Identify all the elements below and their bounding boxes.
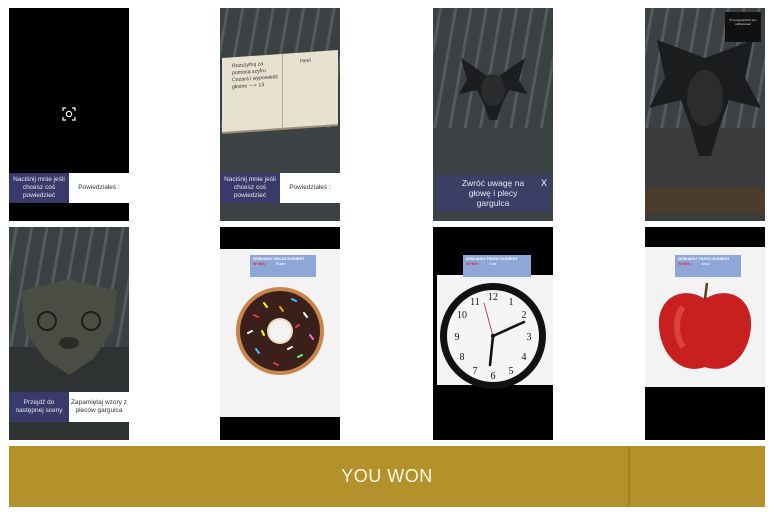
unlock-note: Przyciągnij/zbliż aby odblokować [725,12,761,42]
info-row: WYNIK: Bulan [253,262,313,267]
screenshot-clock: ZESKANUJ TRZECI ELEMENT WYNIK: czas 12 1 2 … [433,227,553,440]
info-value: owoc [701,262,710,266]
said-field: Powiedziałeś : [280,173,340,203]
screenshot-scan: Naciśnij mnie jeśli chcesz coś powiedzie… [9,8,129,221]
open-book: Rozszyfruj za pomocą szyfru Cezara i wyp… [222,49,338,133]
screenshot-gargoyle-back: Przejdź do następnej sceny Zapamiętaj wz… [9,227,129,440]
scan-target-icon [62,107,76,121]
svg-text:2: 2 [522,310,527,321]
hint-text: Zwróć uwagę na głowę i plecy gargulca [461,178,525,208]
svg-text:7: 7 [473,366,478,377]
next-scene-button[interactable]: Przejdź do następnej sceny [9,392,69,422]
gargoyle-figure [459,58,527,120]
hint-toast: Zwróć uwagę na głowę i plecy gargulca X [435,175,551,211]
svg-text:6: 6 [491,371,496,382]
svg-text:5: 5 [509,366,514,377]
gargoyle-figure [649,40,761,156]
info-key: WYNIK: [466,262,480,266]
svg-text:12: 12 [488,292,498,303]
svg-text:1: 1 [509,297,514,308]
info-value: czas [489,262,497,266]
speak-button[interactable]: Naciśnij mnie jeśli chcesz coś powiedzie… [220,173,280,203]
screenshot-apple: ZESKANUJ TRZECI ELEMENT WYNIK: owoc [645,227,765,440]
info-value: Bulan [276,262,286,266]
info-key: WYNIK: [253,262,267,266]
clock-image: 12 12 345 678 91011 [440,283,546,389]
close-icon[interactable]: X [541,178,547,188]
info-box: ZESKANUJ OBCAS ELEMENT WYNIK: Bulan [250,255,316,277]
svg-text:8: 8 [460,352,465,363]
donut-image [236,287,324,375]
svg-text:3: 3 [527,332,532,343]
info-row: WYNIK: owoc [678,262,738,267]
speak-button[interactable]: Naciśnij mnie jeśli chcesz coś powiedzie… [9,173,69,203]
svg-text:9: 9 [455,332,460,343]
book-right-text: Heel [300,57,311,65]
remember-patterns-button[interactable]: Zapamiętaj wzory z pleców gargulca [69,392,129,422]
info-row: WYNIK: czas [466,262,528,267]
book-spine [282,53,283,128]
screenshot-gargoyle: Przyciągnij/zbliż aby odblokować [645,8,765,221]
info-key: WYNIK: [678,262,692,266]
said-field: Powiedziałeś : [69,173,129,203]
screenshot-book: Rozszyfruj za pomocą szyfru Cezara i wyp… [220,8,340,221]
svg-text:10: 10 [457,310,467,321]
win-banner: YOU WON [9,446,765,507]
info-box: ZESKANUJ TRZECI ELEMENT WYNIK: owoc [675,255,741,277]
gargoyle-back-figure [21,279,117,375]
apple-image [658,282,752,369]
svg-text:4: 4 [522,352,527,363]
book-left-text: Rozszyfruj za pomocą szyfru Cezara i wyp… [232,61,279,91]
win-text: YOU WON [341,466,433,486]
svg-text:11: 11 [470,297,480,308]
info-box: ZESKANUJ TRZECI ELEMENT WYNIK: czas [463,255,531,277]
screenshot-gargoyle-hint: Zwróć uwagę na głowę i plecy gargulca X [433,8,553,221]
screenshot-donut: ZESKANUJ OBCAS ELEMENT WYNIK: Bulan [220,227,340,440]
banner-divider [628,446,630,507]
floor [645,188,765,214]
